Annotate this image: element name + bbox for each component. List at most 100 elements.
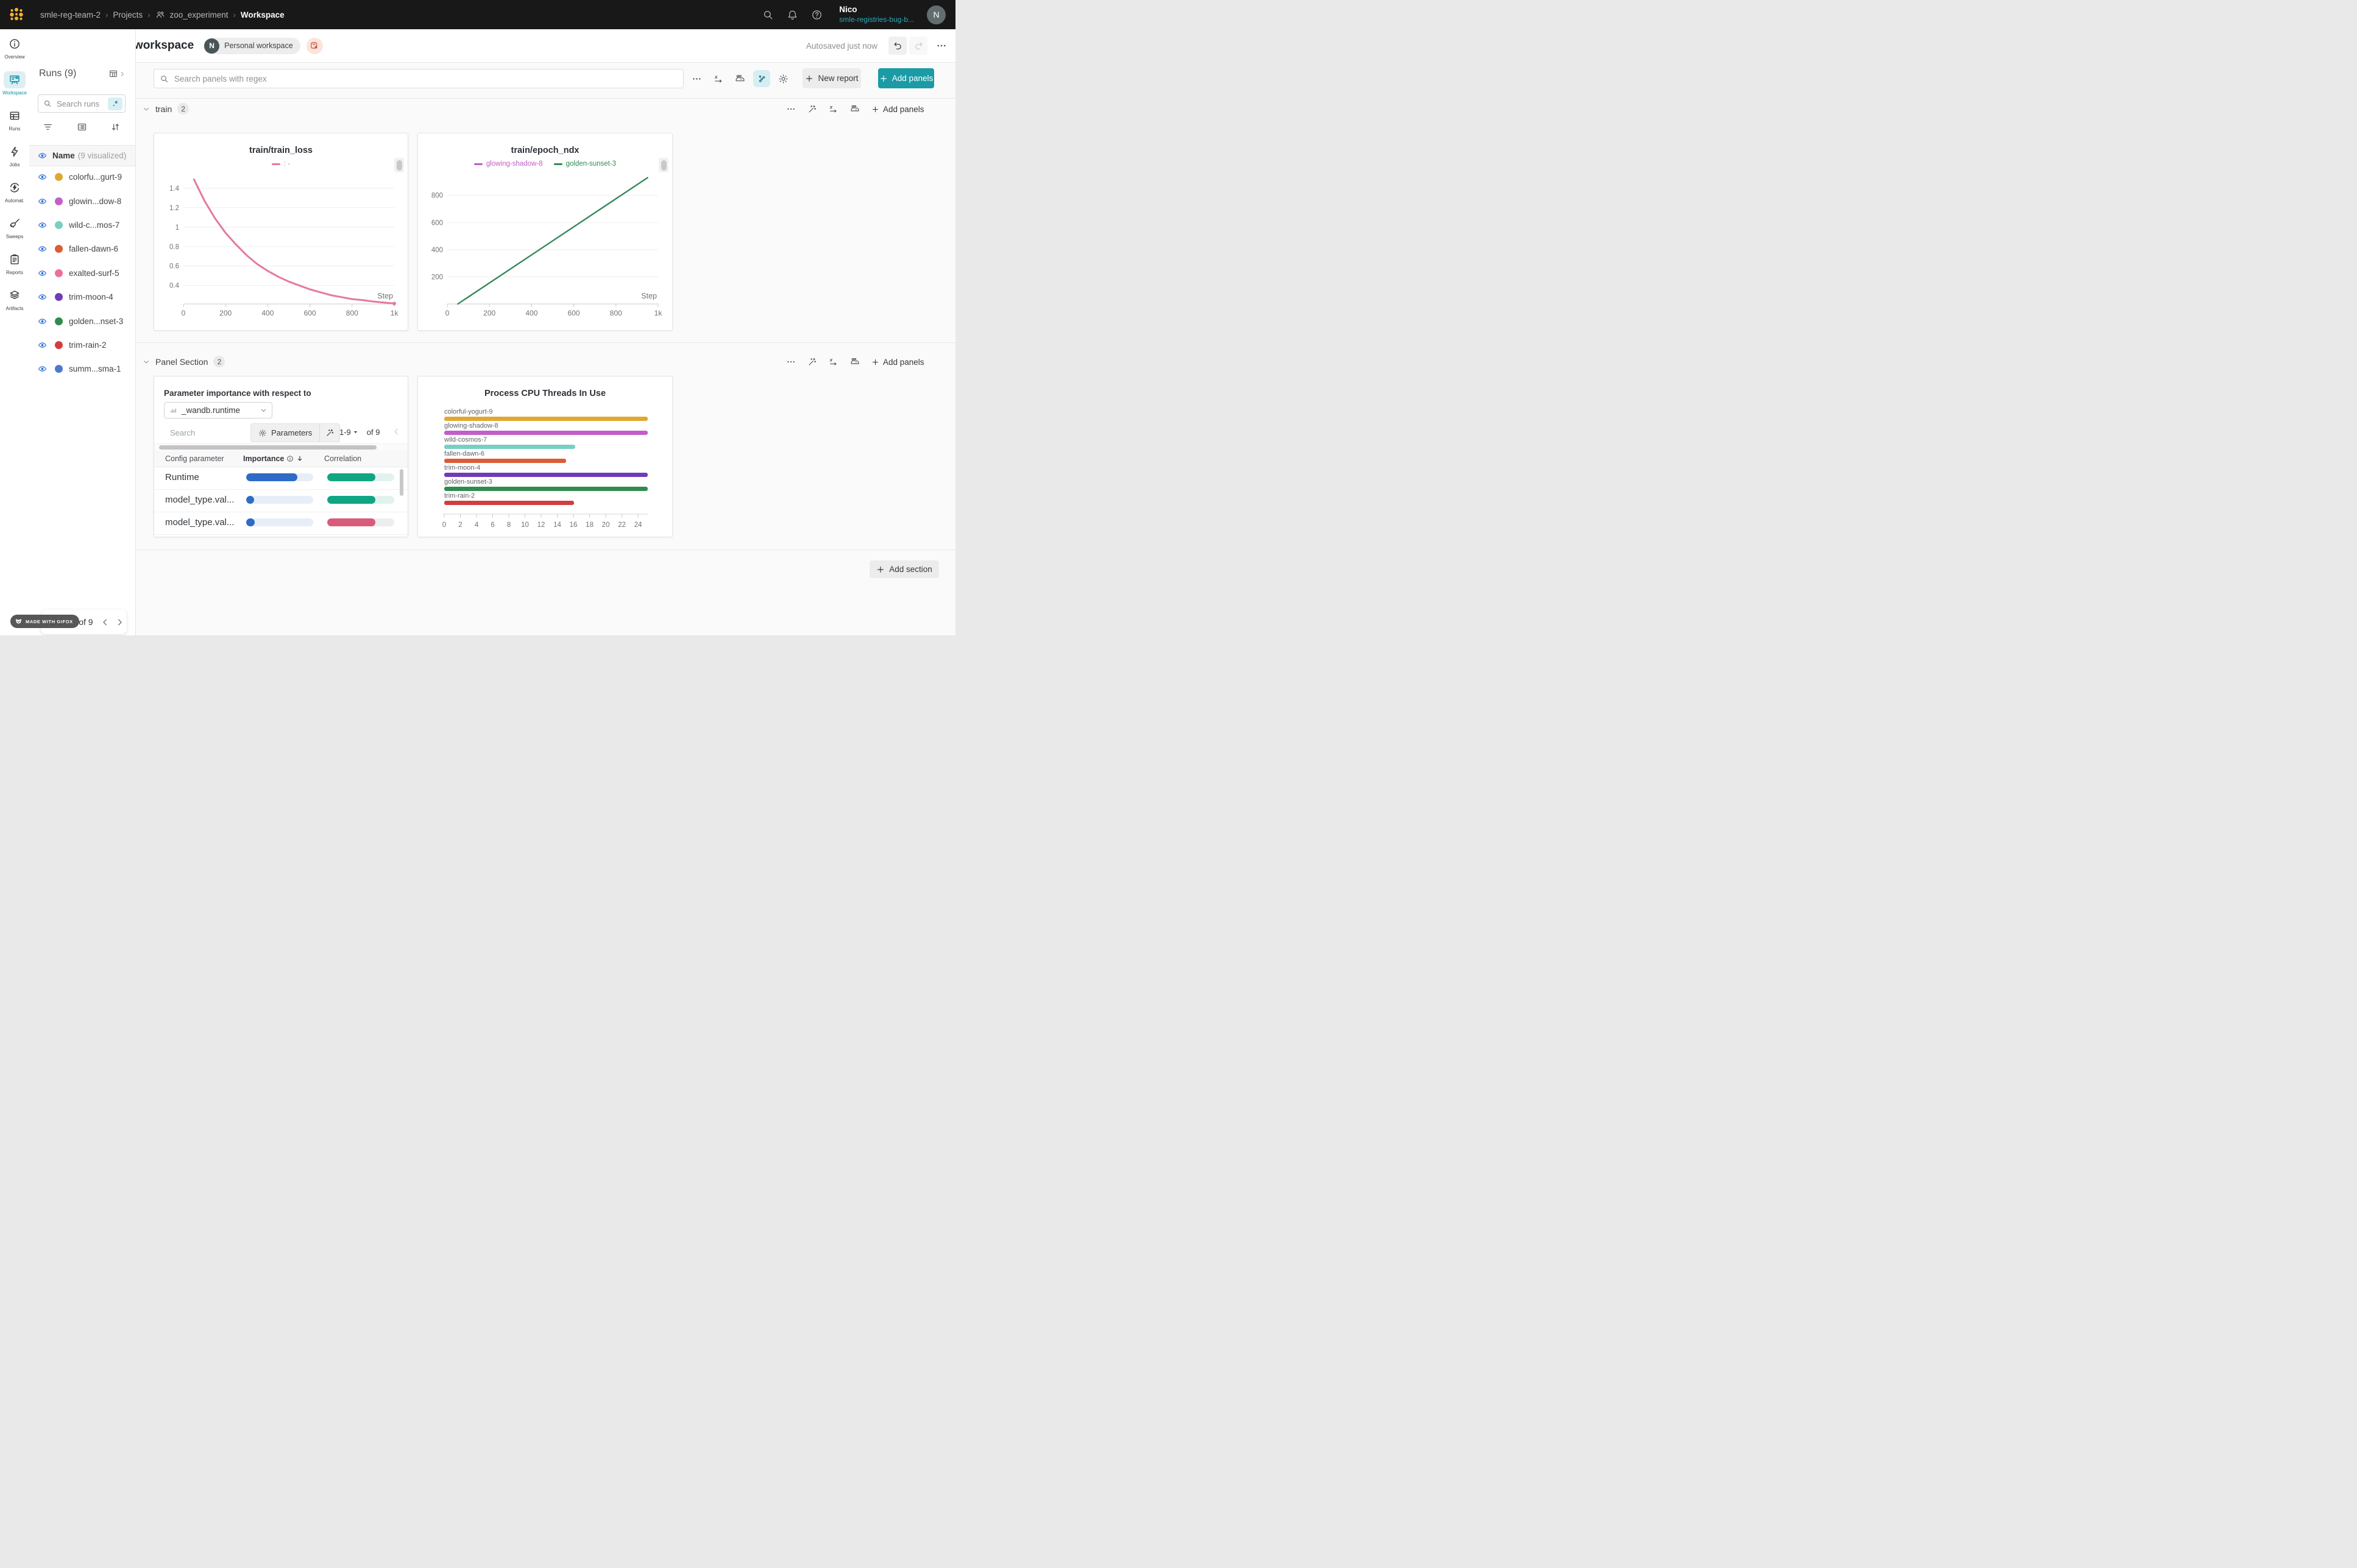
run-row[interactable]: glowin...dow-8 bbox=[29, 189, 135, 213]
chevron-down-icon[interactable] bbox=[143, 105, 150, 113]
toolbar-more-options-icon[interactable] bbox=[692, 74, 702, 84]
run-name[interactable]: golden...nset-3 bbox=[69, 317, 123, 326]
panel-parameter-importance[interactable]: Parameter importance with respect to _wa… bbox=[154, 376, 408, 537]
run-color-dot[interactable] bbox=[55, 173, 63, 181]
section-magic-wand-icon[interactable] bbox=[807, 104, 817, 114]
run-name[interactable]: fallen-dawn-6 bbox=[69, 244, 118, 253]
search-icon[interactable] bbox=[762, 9, 774, 21]
run-name[interactable]: trim-rain-2 bbox=[69, 341, 107, 350]
panel-search-input[interactable] bbox=[173, 74, 683, 84]
vertical-scrollbar[interactable] bbox=[400, 469, 403, 496]
parameters-button[interactable]: Parameters bbox=[250, 423, 340, 442]
user-org-link[interactable]: smle-registries-bug-b... bbox=[839, 15, 914, 24]
sidebar-item-workspace[interactable]: Workspace bbox=[0, 65, 29, 101]
visibility-eye-icon[interactable] bbox=[38, 341, 47, 350]
panel-cpu-threads-chart[interactable]: Process CPU Threads In Use colorful-yogu… bbox=[417, 376, 673, 537]
breadcrumb-page[interactable]: Workspace bbox=[241, 10, 285, 19]
run-row[interactable]: colorfu...gurt-9 bbox=[29, 165, 135, 189]
notifications-bell-icon[interactable] bbox=[787, 9, 798, 21]
sidebar-item-runs[interactable]: Runs bbox=[0, 101, 29, 137]
sidebar-item-jobs[interactable]: Jobs bbox=[0, 137, 29, 173]
column-importance[interactable]: Importance bbox=[243, 454, 324, 463]
avatar[interactable]: N bbox=[927, 5, 946, 24]
section-x-axis-icon[interactable]: x bbox=[829, 357, 838, 367]
run-color-dot[interactable] bbox=[55, 197, 63, 205]
column-config-parameter[interactable]: Config parameter bbox=[165, 454, 243, 463]
visibility-eye-icon[interactable] bbox=[38, 244, 47, 253]
legend-item[interactable]: glowing-shadow-8 bbox=[474, 160, 543, 168]
panel-train-loss-chart[interactable]: train/train_loss : - 0.40.60.811.21.4020… bbox=[154, 133, 408, 331]
metric-select-dropdown[interactable]: _wandb.runtime bbox=[164, 402, 272, 418]
run-color-dot[interactable] bbox=[55, 365, 63, 373]
section-header-train[interactable]: train 2 bbox=[143, 103, 189, 115]
run-row[interactable]: fallen-dawn-6 bbox=[29, 237, 135, 261]
runs-table-expand-button[interactable] bbox=[108, 69, 126, 79]
section-magic-wand-icon[interactable] bbox=[807, 357, 817, 367]
regex-toggle-button[interactable]: .* bbox=[108, 97, 122, 110]
run-color-dot[interactable] bbox=[55, 221, 63, 229]
sidebar-item-overview[interactable]: Overview bbox=[0, 29, 29, 65]
visibility-eye-icon[interactable] bbox=[38, 292, 47, 302]
section-more-options-icon[interactable] bbox=[786, 104, 796, 114]
run-color-dot[interactable] bbox=[55, 341, 63, 349]
run-name[interactable]: wild-c...mos-7 bbox=[69, 221, 119, 230]
redo-button[interactable] bbox=[909, 37, 927, 55]
run-name[interactable]: trim-moon-4 bbox=[69, 292, 113, 302]
header-more-options-icon[interactable] bbox=[936, 40, 947, 51]
add-panels-button[interactable]: Add panels bbox=[878, 68, 934, 88]
visibility-eye-icon[interactable] bbox=[38, 221, 47, 230]
column-correlation[interactable]: Correlation bbox=[324, 454, 361, 463]
clear-workspace-button[interactable] bbox=[307, 38, 323, 54]
section-smoothing-icon[interactable] bbox=[850, 357, 860, 367]
section-add-panels-button[interactable]: Add panels bbox=[871, 358, 924, 367]
sidebar-item-sweeps[interactable]: Sweeps bbox=[0, 209, 29, 245]
run-name[interactable]: exalted-surf-5 bbox=[69, 269, 119, 278]
new-report-button[interactable]: New report bbox=[803, 68, 861, 88]
run-color-dot[interactable] bbox=[55, 317, 63, 325]
section-header-panel-section[interactable]: Panel Section 2 bbox=[143, 356, 225, 367]
run-name[interactable]: glowin...dow-8 bbox=[69, 197, 121, 206]
runs-column-name[interactable]: Name bbox=[52, 151, 75, 160]
breadcrumb-team[interactable]: smle-reg-team-2 bbox=[40, 10, 101, 19]
legend-item[interactable]: : - bbox=[272, 160, 290, 168]
page-next-chevron-icon[interactable] bbox=[115, 618, 124, 627]
visibility-eye-icon[interactable] bbox=[38, 172, 47, 182]
run-color-dot[interactable] bbox=[55, 293, 63, 301]
pager-chevron-left-icon[interactable] bbox=[392, 427, 401, 436]
param-table-row[interactable]: model_type.val... bbox=[154, 489, 408, 512]
sidebar-item-reports[interactable]: Reports bbox=[0, 245, 29, 281]
run-row[interactable]: wild-c...mos-7 bbox=[29, 213, 135, 237]
visibility-eye-icon[interactable] bbox=[38, 317, 47, 326]
group-list-icon[interactable] bbox=[77, 122, 87, 132]
sidebar-item-artifacts[interactable]: Artifacts bbox=[0, 281, 29, 317]
run-row[interactable]: summ...sma-1 bbox=[29, 357, 135, 381]
param-table-row[interactable]: Runtime bbox=[154, 467, 408, 490]
runs-search-input[interactable] bbox=[55, 99, 108, 109]
run-row[interactable]: trim-rain-2 bbox=[29, 333, 135, 357]
visibility-eye-icon[interactable] bbox=[38, 269, 47, 278]
param-table-row[interactable]: model_type.val... bbox=[154, 512, 408, 535]
chevron-down-icon[interactable] bbox=[143, 358, 150, 366]
help-icon[interactable] bbox=[811, 9, 823, 21]
run-color-dot[interactable] bbox=[55, 245, 63, 253]
section-x-axis-icon[interactable]: x bbox=[829, 104, 838, 114]
wandb-logo-icon[interactable] bbox=[7, 5, 26, 24]
outliers-toggle-button[interactable] bbox=[753, 70, 770, 87]
add-section-button[interactable]: Add section bbox=[870, 560, 939, 578]
undo-button[interactable] bbox=[888, 37, 907, 55]
magic-wand-button[interactable] bbox=[319, 424, 339, 442]
workspace-settings-gear-icon[interactable] bbox=[778, 74, 789, 84]
breadcrumb-project[interactable]: zoo_experiment bbox=[170, 10, 229, 19]
run-name[interactable]: summ...sma-1 bbox=[69, 364, 121, 373]
breadcrumb-projects[interactable]: Projects bbox=[113, 10, 143, 19]
run-row[interactable]: trim-moon-4 bbox=[29, 285, 135, 309]
visibility-eye-icon[interactable] bbox=[38, 364, 47, 373]
run-row[interactable]: golden...nset-3 bbox=[29, 309, 135, 333]
run-color-dot[interactable] bbox=[55, 269, 63, 277]
legend-item[interactable]: golden-sunset-3 bbox=[554, 160, 616, 168]
run-name[interactable]: colorfu...gurt-9 bbox=[69, 172, 122, 182]
sidebar-item-automat[interactable]: Automat. bbox=[0, 173, 29, 209]
param-search-input[interactable]: Search bbox=[170, 428, 195, 437]
page-prev-chevron-icon[interactable] bbox=[101, 618, 110, 627]
visibility-eye-icon[interactable] bbox=[38, 197, 47, 206]
